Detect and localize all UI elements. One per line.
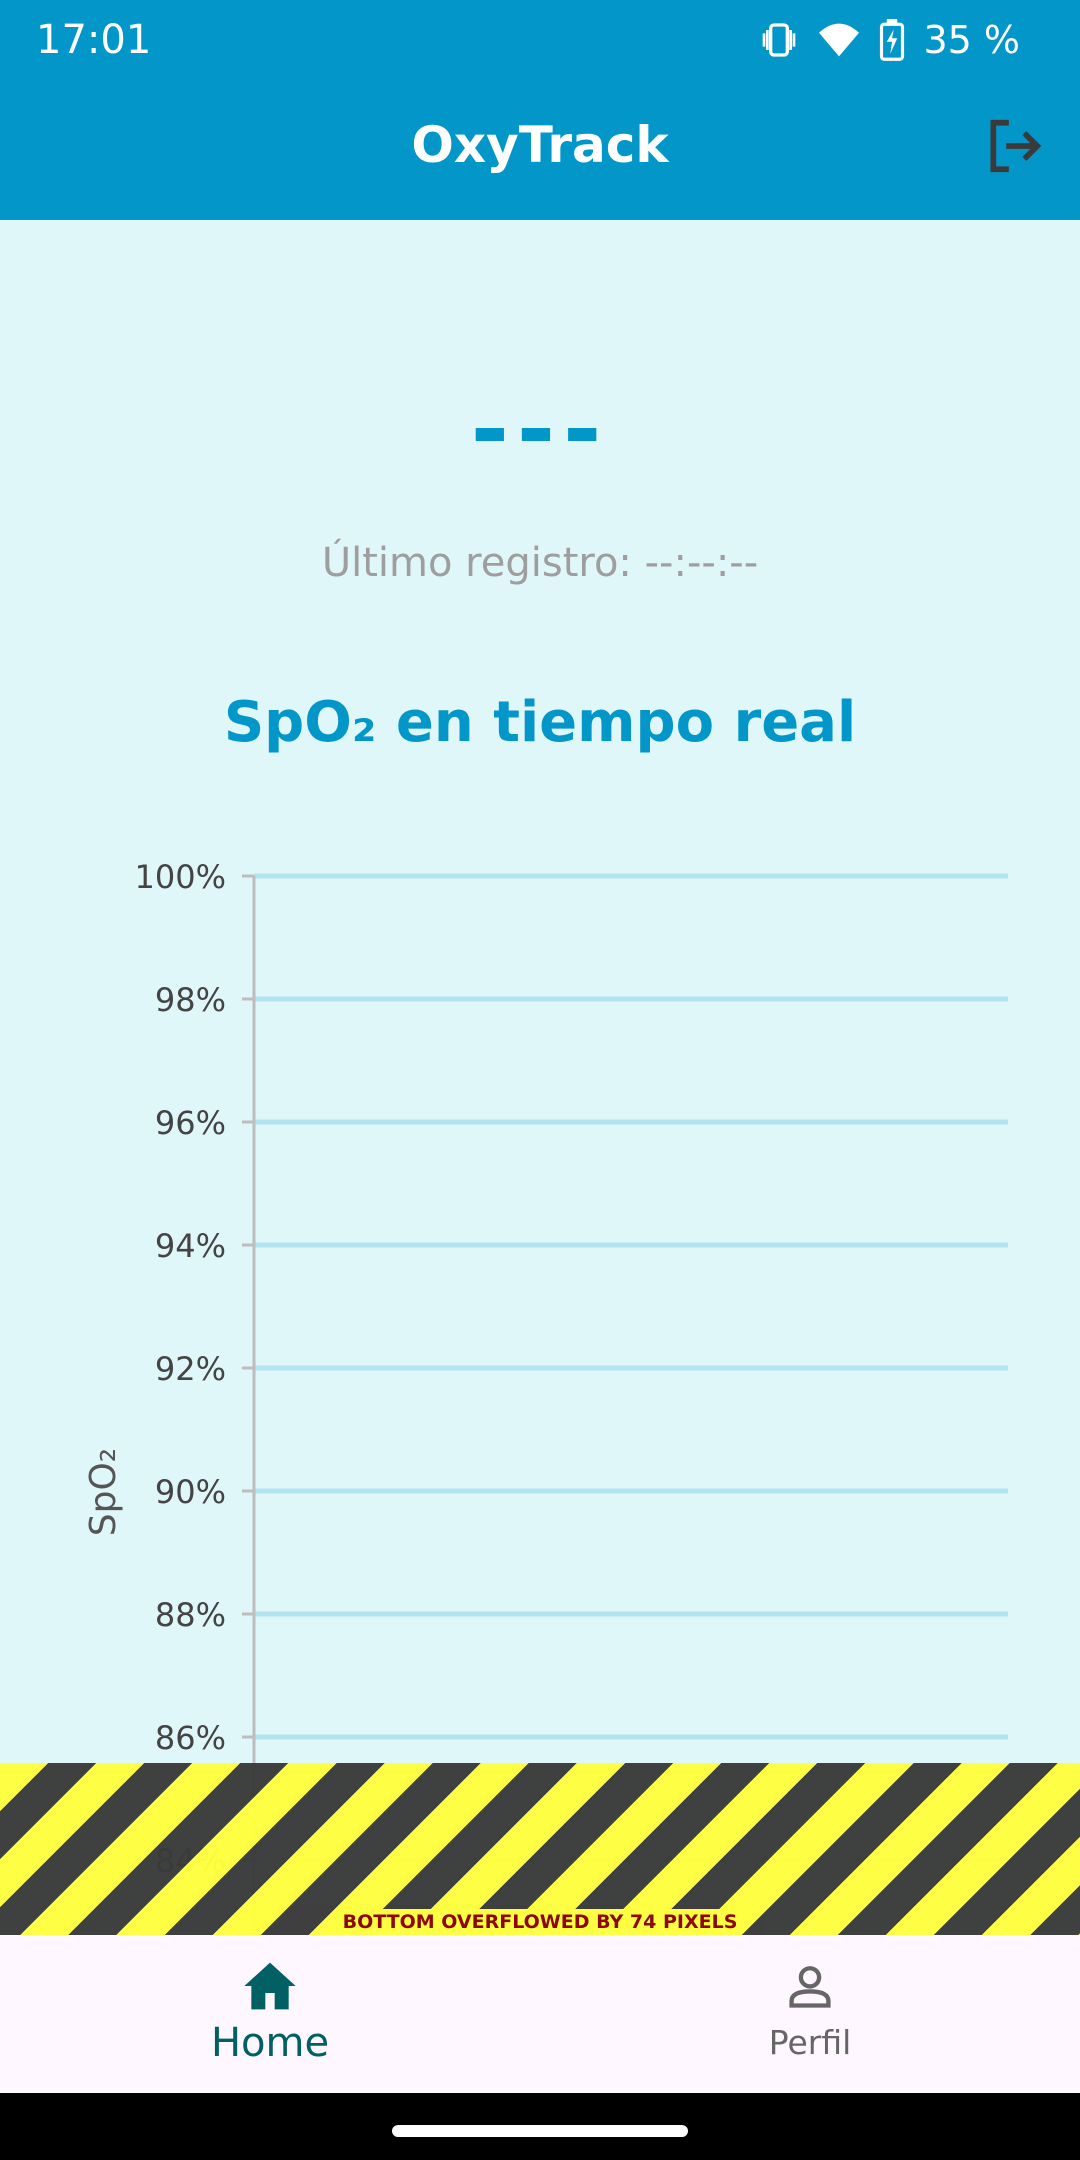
chart-gridlines <box>254 873 1008 1863</box>
app-screen: 17:01 35 % OxyTrack --- Último registro:… <box>0 0 1080 2160</box>
chart-title: SpO₂ en tiempo real <box>223 690 857 755</box>
tick-label-94: 94% <box>155 1227 226 1265</box>
wifi-icon <box>817 20 861 60</box>
tick-label-86: 86% <box>155 1719 226 1757</box>
tick-label-90: 90% <box>155 1473 226 1511</box>
nav-label-home: Home <box>210 2020 330 2066</box>
tick-label-98: 98% <box>155 981 226 1019</box>
home-icon <box>244 1962 296 2010</box>
nav-item-home[interactable]: Home <box>0 1935 540 2093</box>
chart-tick-labels: 84%86%88%90%92%94%96%98%100% <box>135 858 254 1880</box>
chart-y-label: SpO₂ <box>83 1448 124 1536</box>
battery-charging-icon <box>879 19 905 61</box>
app-title: OxyTrack <box>411 116 669 174</box>
gesture-handle[interactable] <box>392 2125 688 2137</box>
nav-label-perfil: Perfil <box>768 2023 852 2062</box>
status-time: 17:01 <box>36 17 152 63</box>
tick-label-96: 96% <box>155 1104 226 1142</box>
person-icon <box>789 1966 831 2008</box>
tick-label-100: 100% <box>135 858 226 896</box>
logout-button[interactable] <box>978 110 1050 182</box>
bottom-navigation: Home Perfil <box>0 1935 1080 2093</box>
overflow-warning-text: BOTTOM OVERFLOWED BY 74 PIXELS <box>338 1909 742 1935</box>
nav-item-perfil[interactable]: Perfil <box>540 1935 1080 2093</box>
logout-icon <box>990 119 1042 173</box>
vibrate-icon <box>759 20 799 60</box>
last-record-text: Último registro: --:--:-- <box>321 540 759 586</box>
spo2-reading: --- <box>470 376 610 483</box>
tick-label-88: 88% <box>155 1596 226 1634</box>
battery-percent: 35 % <box>923 18 1020 62</box>
overflow-warning-stripe: BOTTOM OVERFLOWED BY 74 PIXELS <box>0 1763 1080 1935</box>
tick-label-92: 92% <box>155 1350 226 1388</box>
system-gesture-bar <box>0 2093 1080 2160</box>
status-icons: 35 % <box>759 10 1020 70</box>
top-bar: 17:01 35 % OxyTrack <box>0 0 1080 220</box>
